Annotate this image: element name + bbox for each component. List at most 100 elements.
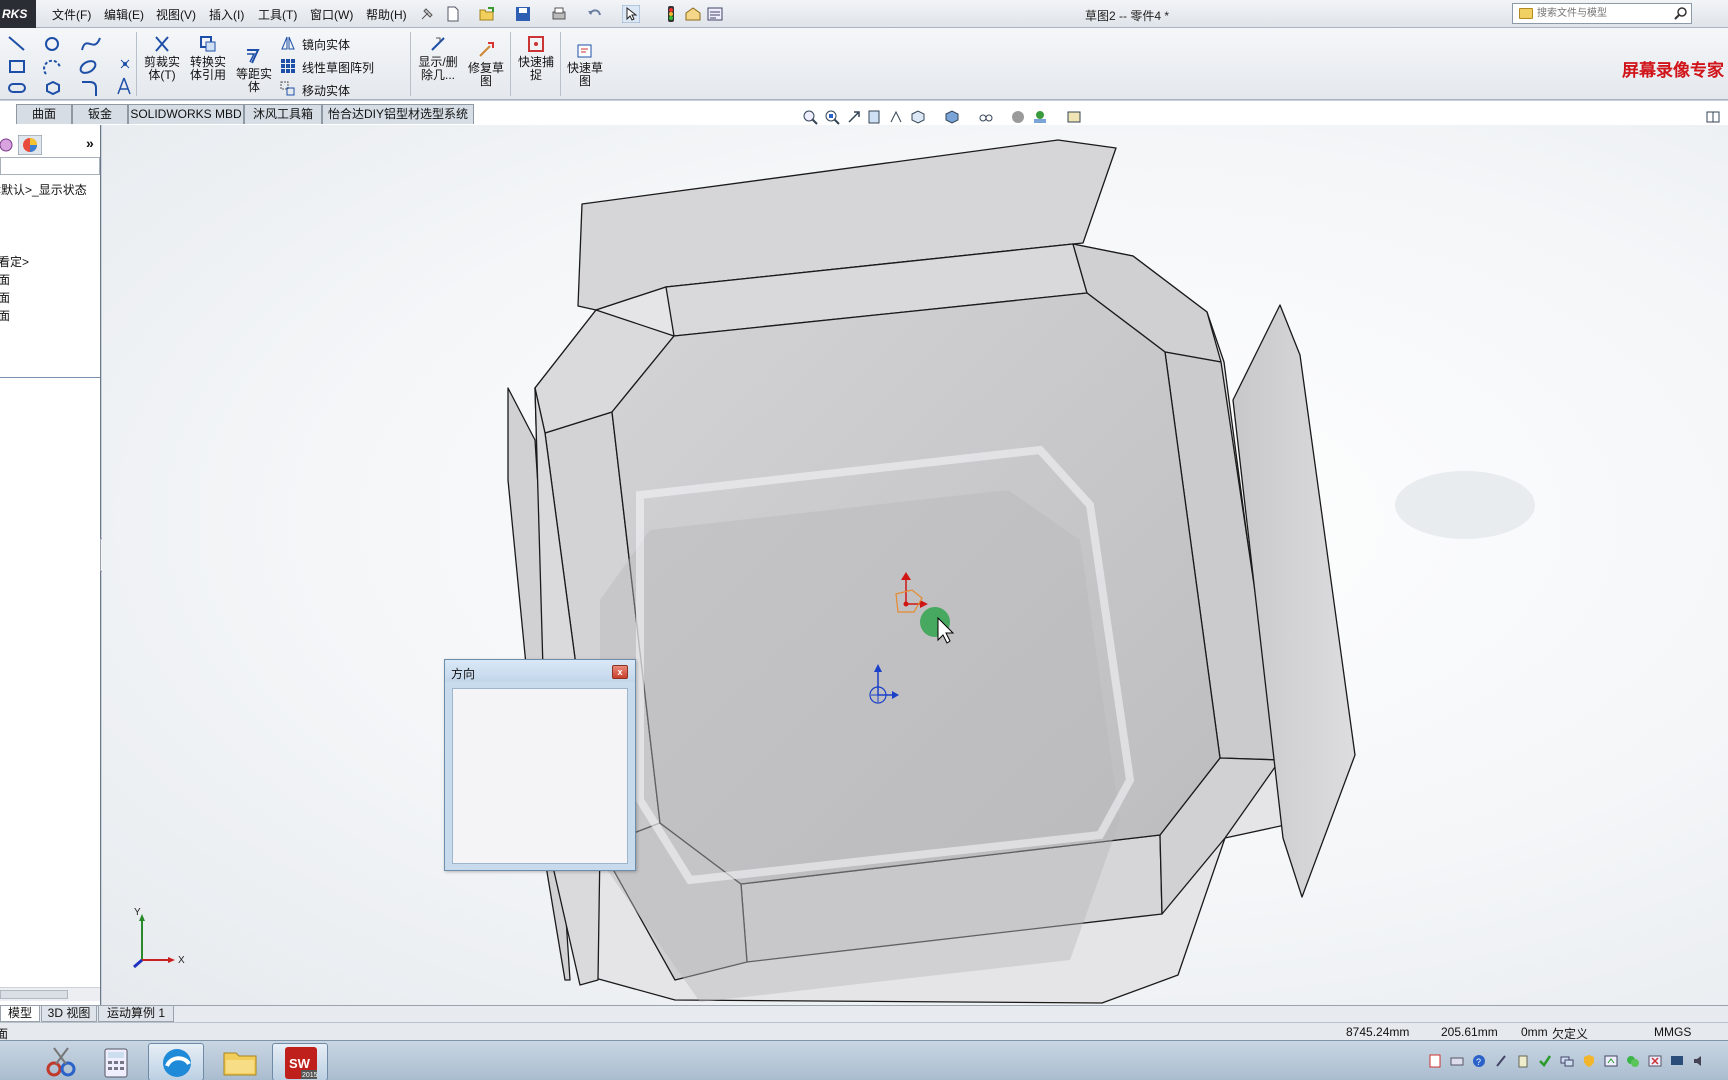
new-document-icon[interactable] xyxy=(444,5,462,23)
tab-model[interactable]: 模型 xyxy=(0,1006,40,1022)
status-units[interactable]: MMGS xyxy=(1654,1025,1691,1039)
rapid-sketch-button[interactable]: 快速草 图 xyxy=(562,36,608,88)
arc-icon[interactable] xyxy=(43,59,61,75)
zoom-to-fit-icon[interactable] xyxy=(802,109,818,125)
menu-bar: RKS 文件(F) 编辑(E) 视图(V) 插入(I) 工具(T) 窗口(W) … xyxy=(0,0,1728,28)
menu-insert[interactable]: 插入(I) xyxy=(209,6,244,23)
menu-view[interactable]: 视图(V) xyxy=(156,6,196,23)
sketch-entities-grid xyxy=(8,36,131,96)
spline-icon[interactable] xyxy=(81,37,101,51)
viewport-tile-icon[interactable] xyxy=(1706,111,1720,123)
tray-display-icon[interactable] xyxy=(1670,1054,1684,1068)
tray-network-icon[interactable] xyxy=(1560,1054,1574,1068)
rebuild-icon[interactable] xyxy=(662,5,680,23)
dialog-close-button[interactable]: x xyxy=(612,665,628,679)
tree-item-material[interactable]: 看定> xyxy=(0,253,29,270)
status-z-coord: 0mm xyxy=(1521,1025,1548,1039)
dynamic-annotation-icon[interactable] xyxy=(888,109,904,125)
tab-mufeng-toolbox[interactable]: 沐风工具箱 xyxy=(244,104,322,124)
tab-sheet-metal[interactable]: 钣金 xyxy=(72,104,128,124)
search-icon[interactable] xyxy=(1673,6,1689,22)
tray-security-icon[interactable] xyxy=(1538,1054,1552,1068)
display-delete-relations-button[interactable]: 显示/删 除几... xyxy=(414,30,462,82)
tray-pen-icon[interactable] xyxy=(1494,1054,1508,1068)
previous-view-icon[interactable] xyxy=(846,109,862,125)
repair-sketch-button[interactable]: 修复草 图 xyxy=(464,36,508,88)
tray-shield-icon[interactable] xyxy=(1582,1054,1596,1068)
linear-pattern-icon xyxy=(281,59,295,73)
graphics-viewport[interactable]: Y X xyxy=(102,125,1728,1005)
display-manager-tab-icon[interactable] xyxy=(18,135,42,155)
tray-battery-icon[interactable] xyxy=(1516,1054,1530,1068)
tree-display-state[interactable]: <默认>_显示状态 xyxy=(0,181,87,198)
panel-divider[interactable] xyxy=(0,377,100,378)
tab-yiheda[interactable]: 怡合达DIY铝型材选型系统 xyxy=(322,104,474,124)
circle-icon[interactable] xyxy=(45,37,59,51)
tree-item-front-plane[interactable]: 面 xyxy=(0,271,10,288)
taskbar-file-explorer[interactable] xyxy=(212,1043,268,1080)
tab-motion-study[interactable]: 运动算例 1 xyxy=(98,1006,174,1022)
tray-wechat-icon[interactable] xyxy=(1626,1054,1640,1068)
pin-icon[interactable] xyxy=(418,5,436,23)
menu-file[interactable]: 文件(F) xyxy=(52,6,91,23)
save-icon[interactable] xyxy=(514,5,532,23)
dialog-titlebar[interactable]: 方向 x xyxy=(445,660,635,682)
scrollbar-thumb[interactable] xyxy=(0,990,68,999)
tray-help-icon[interactable]: ? xyxy=(1472,1054,1486,1068)
text-icon[interactable] xyxy=(117,77,131,95)
select-arrow-icon[interactable] xyxy=(622,5,640,23)
menu-edit[interactable]: 编辑(E) xyxy=(104,6,144,23)
tab-3d-view[interactable]: 3D 视图 xyxy=(41,1006,97,1022)
view-orientation-icon[interactable] xyxy=(910,109,926,125)
fillet-icon[interactable] xyxy=(82,81,97,96)
tree-filter-input[interactable] xyxy=(0,157,100,175)
open-folder-icon[interactable] xyxy=(478,5,496,23)
zoom-to-area-icon[interactable] xyxy=(824,109,840,125)
tree-item-top-plane[interactable]: 面 xyxy=(0,289,10,306)
slot-icon[interactable] xyxy=(8,83,26,93)
menu-tools[interactable]: 工具(T) xyxy=(258,6,297,23)
taskbar-calculator[interactable] xyxy=(88,1043,144,1080)
tray-flag-icon[interactable] xyxy=(1648,1054,1662,1068)
section-view-icon[interactable] xyxy=(866,109,882,125)
options-icon[interactable] xyxy=(706,5,724,23)
rectangle-icon[interactable] xyxy=(9,60,25,73)
print-icon[interactable] xyxy=(550,5,568,23)
ellipse-icon[interactable] xyxy=(79,59,98,76)
tab-surface[interactable]: 曲面 xyxy=(16,104,72,124)
tab-mbd[interactable]: SOLIDWORKS MBD xyxy=(128,104,244,124)
taskbar-browser[interactable] xyxy=(148,1043,204,1080)
search-input[interactable] xyxy=(1537,6,1667,21)
undo-icon[interactable] xyxy=(586,5,604,23)
apply-scene-icon[interactable] xyxy=(1032,109,1048,125)
quick-snaps-button[interactable]: 快速捕 捉 xyxy=(514,30,558,82)
taskbar-snipping-tool[interactable] xyxy=(34,1043,90,1080)
feature-manager-panel: » <默认>_显示状态 看定> 面 面 面 xyxy=(0,125,101,1005)
dimxpert-tab-icon[interactable] xyxy=(0,136,16,154)
tray-keyboard-icon[interactable] xyxy=(1450,1054,1464,1068)
hide-show-items-icon[interactable] xyxy=(978,109,994,125)
offset-entities-button[interactable]: 等距实 体 xyxy=(232,42,276,94)
trim-entities-button[interactable]: 剪裁实 体(T) xyxy=(140,30,184,82)
edit-appearance-icon[interactable] xyxy=(1010,109,1026,125)
line-icon[interactable] xyxy=(8,36,25,51)
tray-volume-icon[interactable] xyxy=(1692,1054,1706,1068)
browser-icon xyxy=(163,1049,191,1077)
view-settings-icon[interactable] xyxy=(1066,109,1082,125)
menu-help[interactable]: 帮助(H) xyxy=(366,6,407,23)
taskbar-solidworks[interactable]: SW 2015 xyxy=(272,1043,328,1080)
tray-document-icon[interactable] xyxy=(1428,1054,1442,1068)
svg-text:?: ? xyxy=(1476,1057,1481,1067)
file-properties-icon[interactable] xyxy=(684,5,702,23)
convert-entities-button[interactable]: 转换实 体引用 xyxy=(186,30,230,82)
tree-item-right-plane[interactable]: 面 xyxy=(0,307,10,324)
orientation-list[interactable] xyxy=(452,688,628,864)
expand-panel-icon[interactable]: » xyxy=(86,135,94,151)
tray-sync-icon[interactable] xyxy=(1604,1054,1618,1068)
polygon-icon[interactable] xyxy=(46,80,60,96)
status-x-coord: 8745.24mm xyxy=(1346,1025,1410,1039)
display-style-icon[interactable] xyxy=(944,109,960,125)
menu-window[interactable]: 窗口(W) xyxy=(310,6,353,23)
panel-horizontal-scrollbar[interactable] xyxy=(0,987,100,1001)
search-box[interactable] xyxy=(1512,3,1692,24)
